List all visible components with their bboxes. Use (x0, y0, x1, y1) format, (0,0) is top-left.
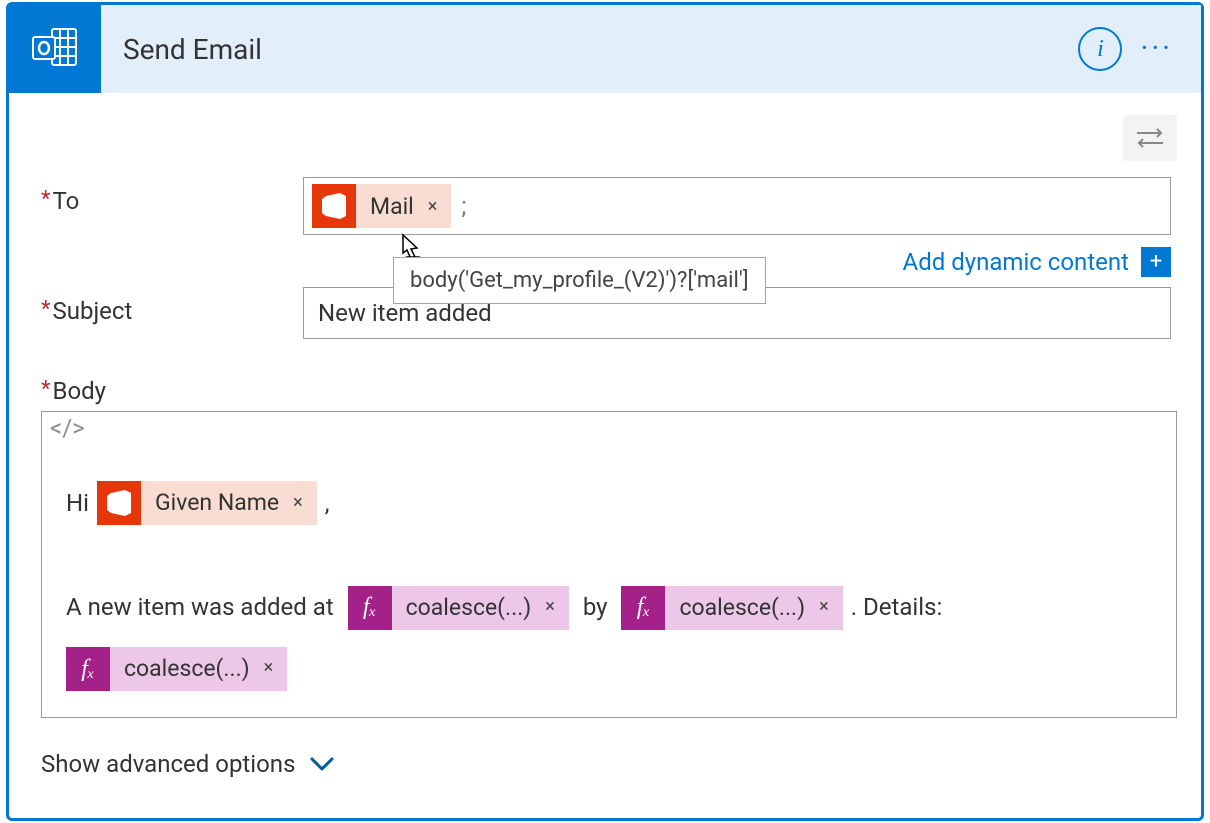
separator: ; (461, 192, 466, 220)
token-remove-button[interactable]: × (545, 584, 569, 631)
swap-button[interactable] (1123, 115, 1177, 161)
required-asterisk: * (41, 297, 50, 322)
token-coalesce-2[interactable]: fₓ coalesce(...) × (621, 586, 842, 630)
to-input[interactable]: Mail × ; (303, 177, 1171, 235)
token-label: coalesce(...) (392, 578, 546, 638)
fx-icon: fₓ (348, 586, 392, 630)
add-dynamic-content-button[interactable]: + (1141, 247, 1171, 277)
office-icon (97, 481, 141, 525)
body-editor[interactable]: </> Hi Given Name × , (41, 411, 1177, 718)
required-asterisk: * (41, 377, 50, 402)
card-header: Send Email i ··· (9, 5, 1201, 93)
fx-icon: fₓ (66, 647, 110, 691)
body-label: *Body (41, 377, 1177, 405)
required-asterisk: * (41, 187, 50, 212)
info-button[interactable]: i (1078, 27, 1122, 71)
card-body: *To Mail × ; (9, 93, 1201, 818)
expression-tooltip: body('Get_my_profile_(V2)')?['mail'] (393, 257, 766, 304)
show-advanced-toggle[interactable]: Show advanced options (41, 750, 1177, 778)
token-label: Given Name (141, 473, 293, 533)
token-remove-button[interactable]: × (428, 196, 452, 217)
more-menu-button[interactable]: ··· (1140, 34, 1173, 64)
token-given-name[interactable]: Given Name × (97, 481, 317, 525)
subject-label: *Subject (41, 287, 303, 325)
code-view-toggle[interactable]: </> (42, 412, 93, 442)
fx-icon: fₓ (621, 586, 665, 630)
editor-content[interactable]: Hi Given Name × , A new item was added a… (42, 442, 1176, 717)
token-remove-button[interactable]: × (293, 480, 317, 527)
add-dynamic-content-link[interactable]: Add dynamic content (903, 248, 1129, 276)
outlook-icon (9, 5, 101, 93)
token-remove-button[interactable]: × (819, 584, 843, 631)
body-section: *Body </> Hi Given Name × , (41, 377, 1177, 718)
office-icon (312, 184, 356, 228)
to-label: *To (41, 177, 303, 215)
token-label: Mail (356, 193, 428, 220)
token-mail[interactable]: Mail × (312, 184, 451, 228)
token-remove-button[interactable]: × (264, 645, 288, 692)
action-card: Send Email i ··· *To (6, 2, 1204, 821)
token-coalesce-3[interactable]: fₓ coalesce(...) × (66, 647, 287, 691)
to-row: *To Mail × ; (41, 177, 1177, 277)
token-label: coalesce(...) (110, 639, 264, 699)
card-title: Send Email (123, 33, 1078, 66)
token-coalesce-1[interactable]: fₓ coalesce(...) × (348, 586, 569, 630)
token-label: coalesce(...) (665, 578, 819, 638)
chevron-down-icon (309, 756, 335, 772)
